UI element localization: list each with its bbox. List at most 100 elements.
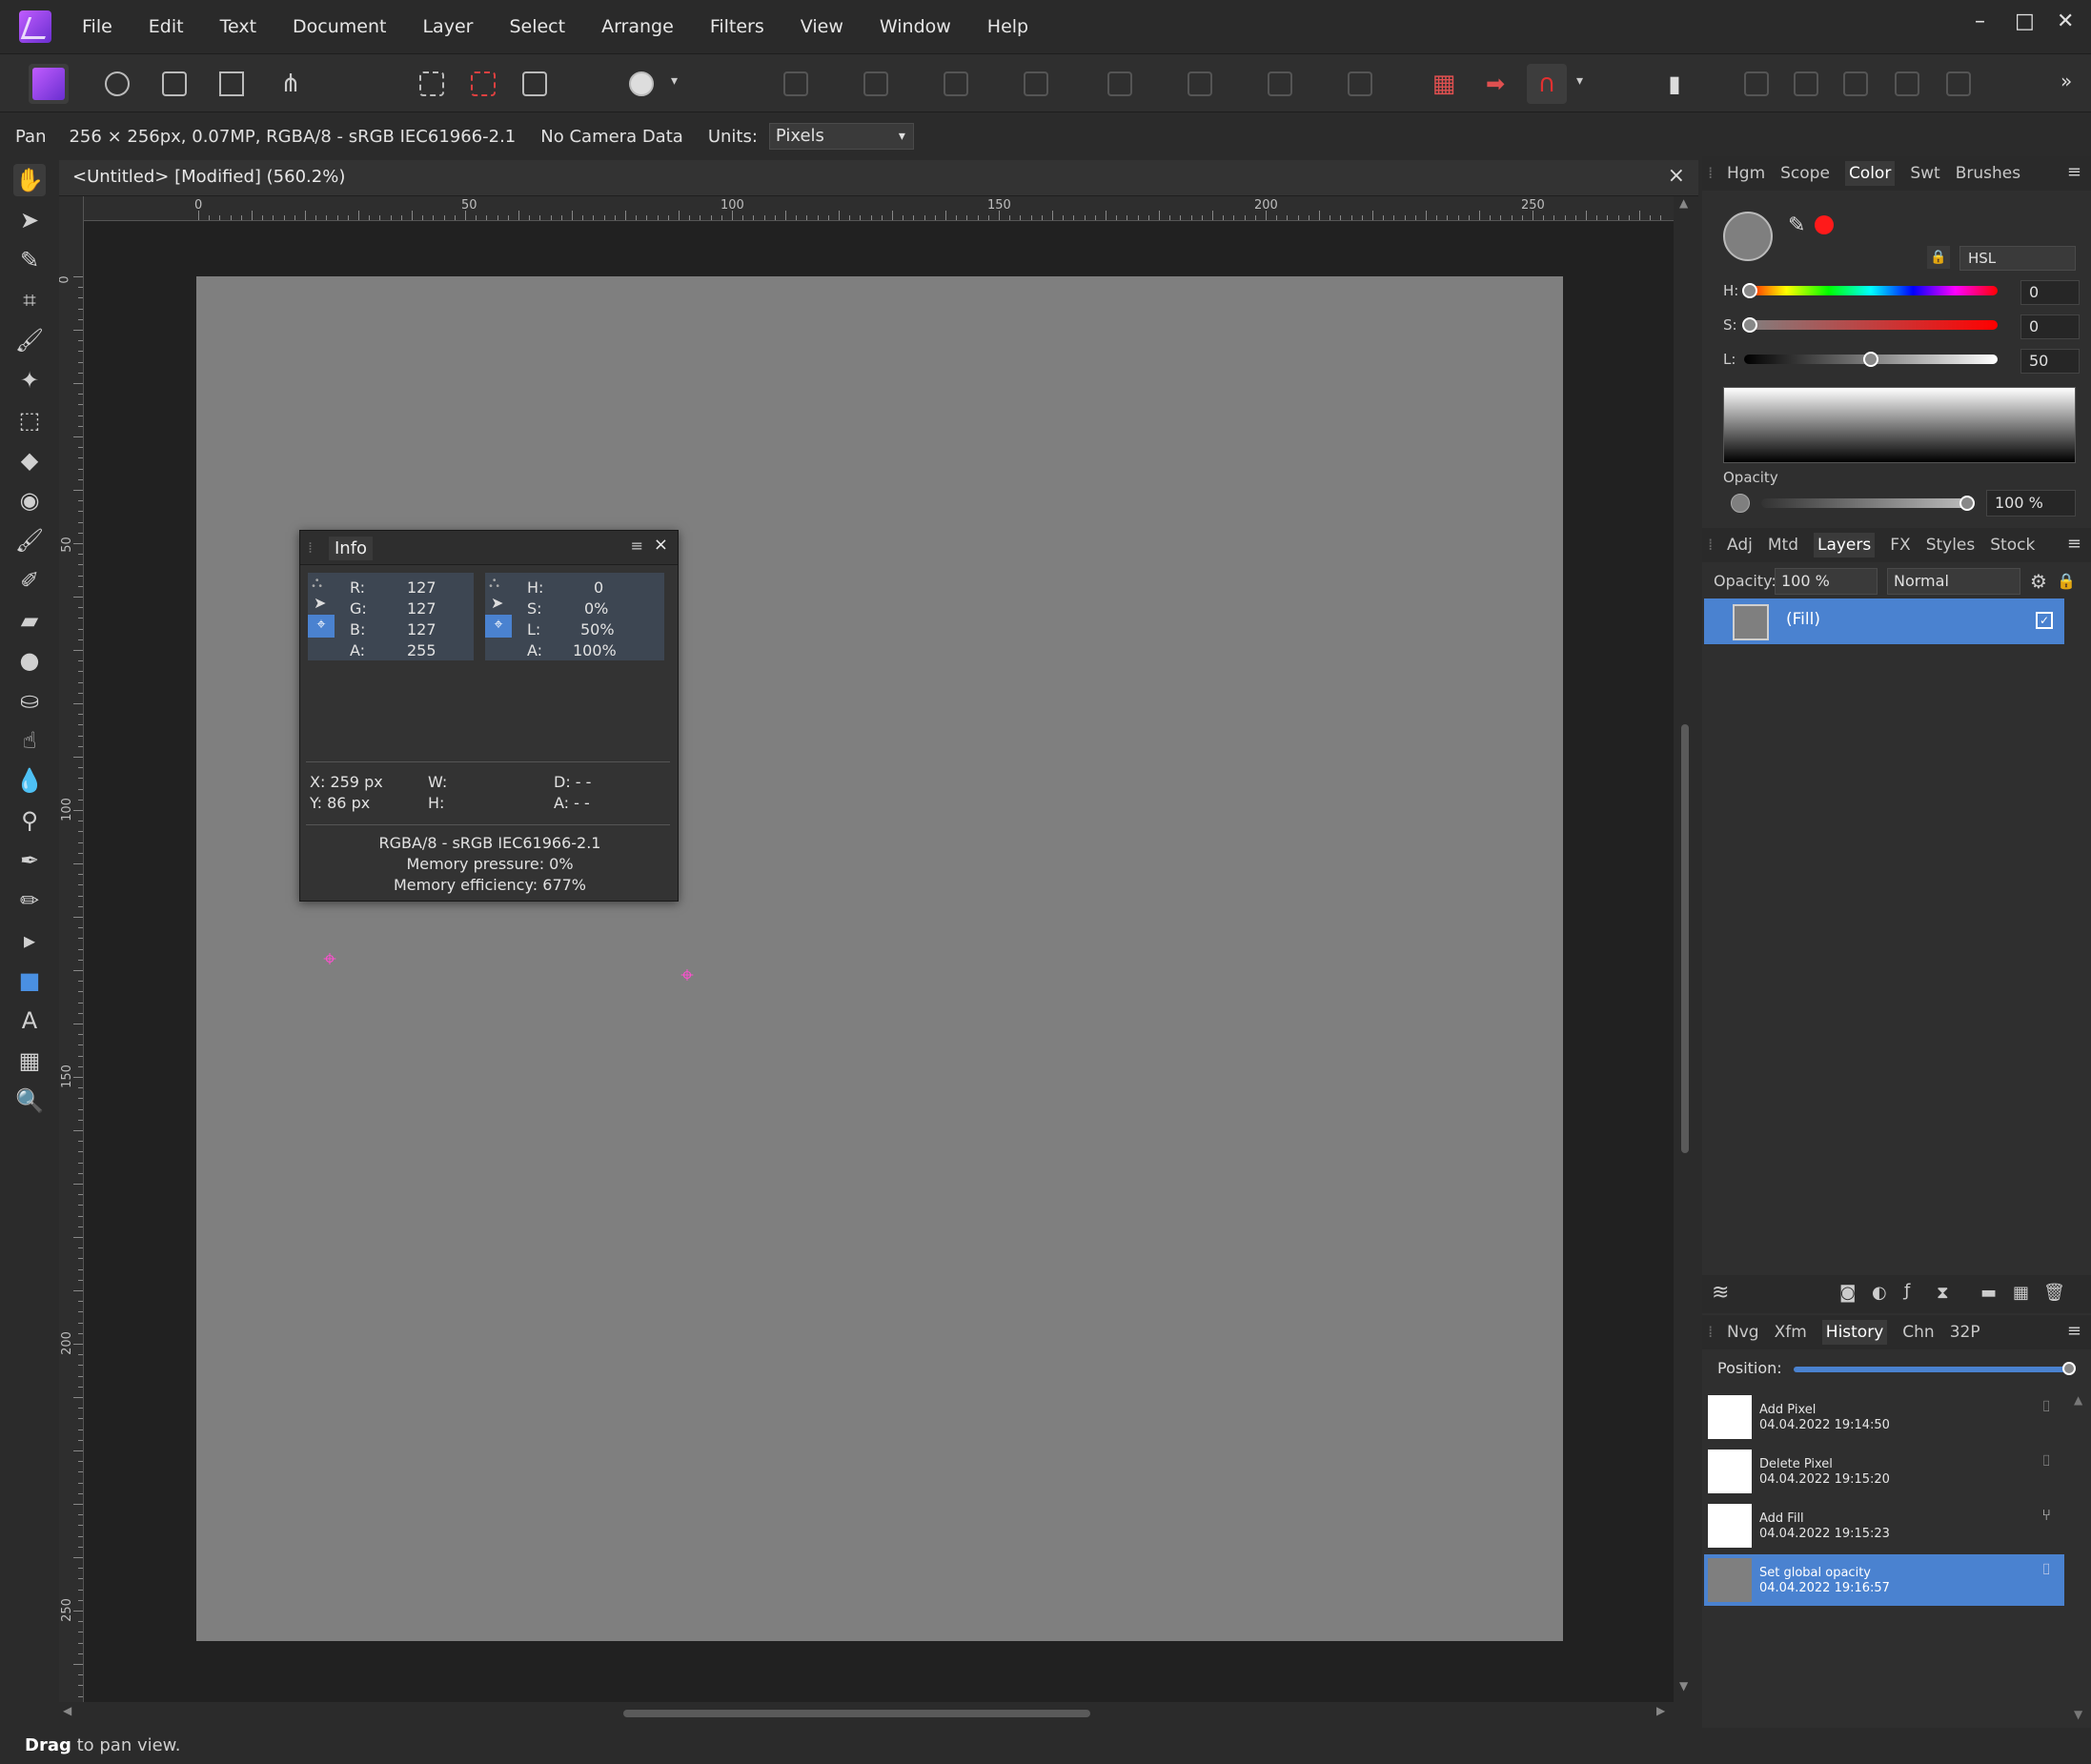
saturation-slider[interactable] — [1744, 320, 1998, 330]
tab-adjustments[interactable]: Adj — [1727, 536, 1753, 555]
align-justify-button[interactable] — [1016, 64, 1056, 104]
panel-grip-icon[interactable]: ⁞ — [1708, 536, 1727, 555]
group-folder-icon[interactable]: ▬ — [1980, 1283, 1997, 1303]
tab-32-bit-preview[interactable]: 32P — [1950, 1323, 1980, 1342]
boolean-xor-button[interactable] — [1887, 64, 1927, 104]
pen-tool-icon[interactable]: ✒ — [13, 844, 46, 877]
panel-menu-icon[interactable]: ≡ — [2067, 534, 2081, 554]
flood-select-tool-icon[interactable]: ✦ — [13, 364, 46, 396]
hue-slider-knob[interactable] — [1742, 283, 1757, 298]
paint-brush-tool-icon[interactable]: 🖌 — [13, 524, 46, 557]
tab-brushes[interactable]: Brushes — [1956, 164, 2020, 183]
adjustment-layer-icon[interactable]: ◐ — [1872, 1283, 1887, 1303]
distribute-button[interactable] — [1340, 64, 1380, 104]
scroll-up-icon[interactable]: ▲ — [2074, 1393, 2082, 1407]
vertical-scroll-thumb[interactable] — [1681, 724, 1689, 1153]
panel-menu-icon[interactable]: ≡ — [631, 537, 643, 555]
assistant-button[interactable]: ➡ — [1475, 64, 1515, 104]
align-center-button[interactable] — [856, 64, 896, 104]
liquify-persona-button[interactable] — [97, 64, 137, 104]
menu-window[interactable]: Window — [880, 16, 951, 37]
tab-metadata[interactable]: Mtd — [1768, 536, 1798, 555]
boolean-divide-button[interactable] — [1939, 64, 1979, 104]
inpainting-tool-icon[interactable]: ⚲ — [13, 804, 46, 837]
color-model-select[interactable]: HSL — [1959, 246, 2076, 271]
lightness-gradient-box[interactable] — [1723, 387, 2076, 463]
color-replacement-tool-icon[interactable]: ✐ — [13, 564, 46, 597]
tab-transform[interactable]: Xfm — [1775, 1323, 1807, 1342]
tab-styles[interactable]: Styles — [1926, 536, 1976, 555]
tab-history[interactable]: History — [1821, 1320, 1888, 1345]
align-left-button[interactable] — [776, 64, 816, 104]
close-window-button[interactable]: ✕ — [2057, 10, 2074, 33]
saturation-value-field[interactable]: 0 — [2020, 314, 2080, 339]
panel-menu-icon[interactable]: ≡ — [2067, 162, 2081, 182]
dodge-brush-tool-icon[interactable]: ● — [13, 644, 46, 677]
lock-icon[interactable]: 🔒 — [2057, 572, 2076, 590]
photo-persona-button[interactable] — [29, 64, 69, 104]
color-sampler-marker-icon[interactable]: ⌖ — [676, 963, 699, 986]
mask-layer-icon[interactable]: ◙ — [1839, 1283, 1856, 1303]
menu-view[interactable]: View — [801, 16, 843, 37]
deselect-button[interactable] — [463, 64, 503, 104]
opacity-slider[interactable] — [1761, 498, 1967, 508]
tab-navigator[interactable]: Nvg — [1727, 1323, 1759, 1342]
clipboard-button[interactable]: ▮ — [1655, 64, 1695, 104]
erase-brush-tool-icon[interactable]: ▰ — [13, 604, 46, 637]
layer-visibility-checkbox[interactable]: ✓ — [2036, 612, 2053, 629]
panel-grip-icon[interactable]: ⁞ — [1708, 1323, 1727, 1342]
blur-brush-tool-icon[interactable]: 💧 — [13, 764, 46, 797]
menu-arrange[interactable]: Arrange — [601, 16, 674, 37]
tab-color[interactable]: Color — [1844, 161, 1896, 186]
history-item[interactable]: Add Pixel 04.04.2022 19:14:50 ⌷ — [1704, 1391, 2064, 1443]
mask-mode-dropdown-icon[interactable]: ▾ — [671, 73, 678, 89]
tab-histogram[interactable]: Hgm — [1727, 164, 1765, 183]
panel-grip-icon[interactable]: ⁞ — [308, 538, 313, 557]
layer-opacity-select[interactable]: 100 % — [1775, 568, 1878, 595]
horizontal-scrollbar[interactable]: ◀ ▶ — [59, 1702, 1698, 1725]
snapping-button[interactable]: ∩ — [1527, 64, 1567, 104]
boolean-subtract-button[interactable] — [1786, 64, 1826, 104]
boolean-add-button[interactable] — [1736, 64, 1776, 104]
info-panel-header[interactable]: ⁞ Info ≡ × — [300, 531, 678, 565]
history-item[interactable]: Delete Pixel 04.04.2022 19:15:20 ⌷ — [1704, 1446, 2064, 1497]
tab-swatches[interactable]: Swt — [1910, 164, 1939, 183]
position-slider[interactable] — [1794, 1367, 2070, 1372]
opacity-value-field[interactable]: 100 % — [1986, 490, 2076, 517]
units-select[interactable]: Pixels — [768, 123, 914, 150]
secondary-color-swatch[interactable] — [1815, 215, 1834, 234]
branch-icon[interactable]: ⑂ — [2041, 1506, 2051, 1524]
snapshot-icon[interactable]: ⌷ — [2041, 1451, 2051, 1470]
document-canvas[interactable] — [196, 276, 1563, 1641]
tone-mapping-persona-button[interactable] — [212, 64, 252, 104]
scroll-down-icon[interactable]: ▼ — [2074, 1708, 2082, 1721]
invert-selection-button[interactable] — [515, 64, 555, 104]
flood-fill-tool-icon[interactable]: ◆ — [13, 444, 46, 476]
rectangular-marquee-tool-icon[interactable]: ⬚ — [13, 404, 46, 436]
close-panel-icon[interactable]: × — [654, 535, 668, 555]
mask-mode-button[interactable] — [621, 64, 661, 104]
clone-brush-tool-icon[interactable]: ⛀ — [13, 684, 46, 717]
panel-grip-icon[interactable]: ⁞ — [1708, 164, 1727, 183]
snapshot-icon[interactable]: ⌷ — [2041, 1560, 2051, 1579]
rectangle-tool-icon[interactable]: ■ — [13, 964, 46, 997]
live-filter-icon[interactable]: ⧗ — [1937, 1283, 1949, 1303]
align-right-button[interactable] — [936, 64, 976, 104]
menu-text[interactable]: Text — [220, 16, 256, 37]
layers-stack-icon[interactable]: ≋ — [1712, 1281, 1729, 1305]
menu-edit[interactable]: Edit — [149, 16, 184, 37]
panel-menu-icon[interactable]: ≡ — [2067, 1321, 2081, 1341]
menu-document[interactable]: Document — [293, 16, 386, 37]
hand-tool-icon[interactable]: ✋ — [13, 164, 46, 196]
scroll-up-icon[interactable]: ▲ — [1679, 196, 1688, 210]
minimize-button[interactable]: – — [1975, 10, 1985, 33]
info-panel[interactable]: ⁞ Info ≡ × ⛬ ➤ ⌖ R: G: B: A: 127 127 127… — [299, 530, 679, 902]
close-document-icon[interactable]: × — [1668, 164, 1685, 188]
grid-toggle-button[interactable]: ▦ — [1424, 64, 1464, 104]
menu-layer[interactable]: Layer — [422, 16, 473, 37]
zoom-tool-icon[interactable]: 🔍 — [13, 1085, 46, 1117]
position-slider-knob[interactable] — [2062, 1362, 2076, 1375]
pencil-tool-icon[interactable]: ✏ — [13, 884, 46, 917]
selection-brush-tool-icon[interactable]: 🖌 — [13, 324, 46, 356]
gradient-tool-icon[interactable]: ◉ — [13, 484, 46, 517]
